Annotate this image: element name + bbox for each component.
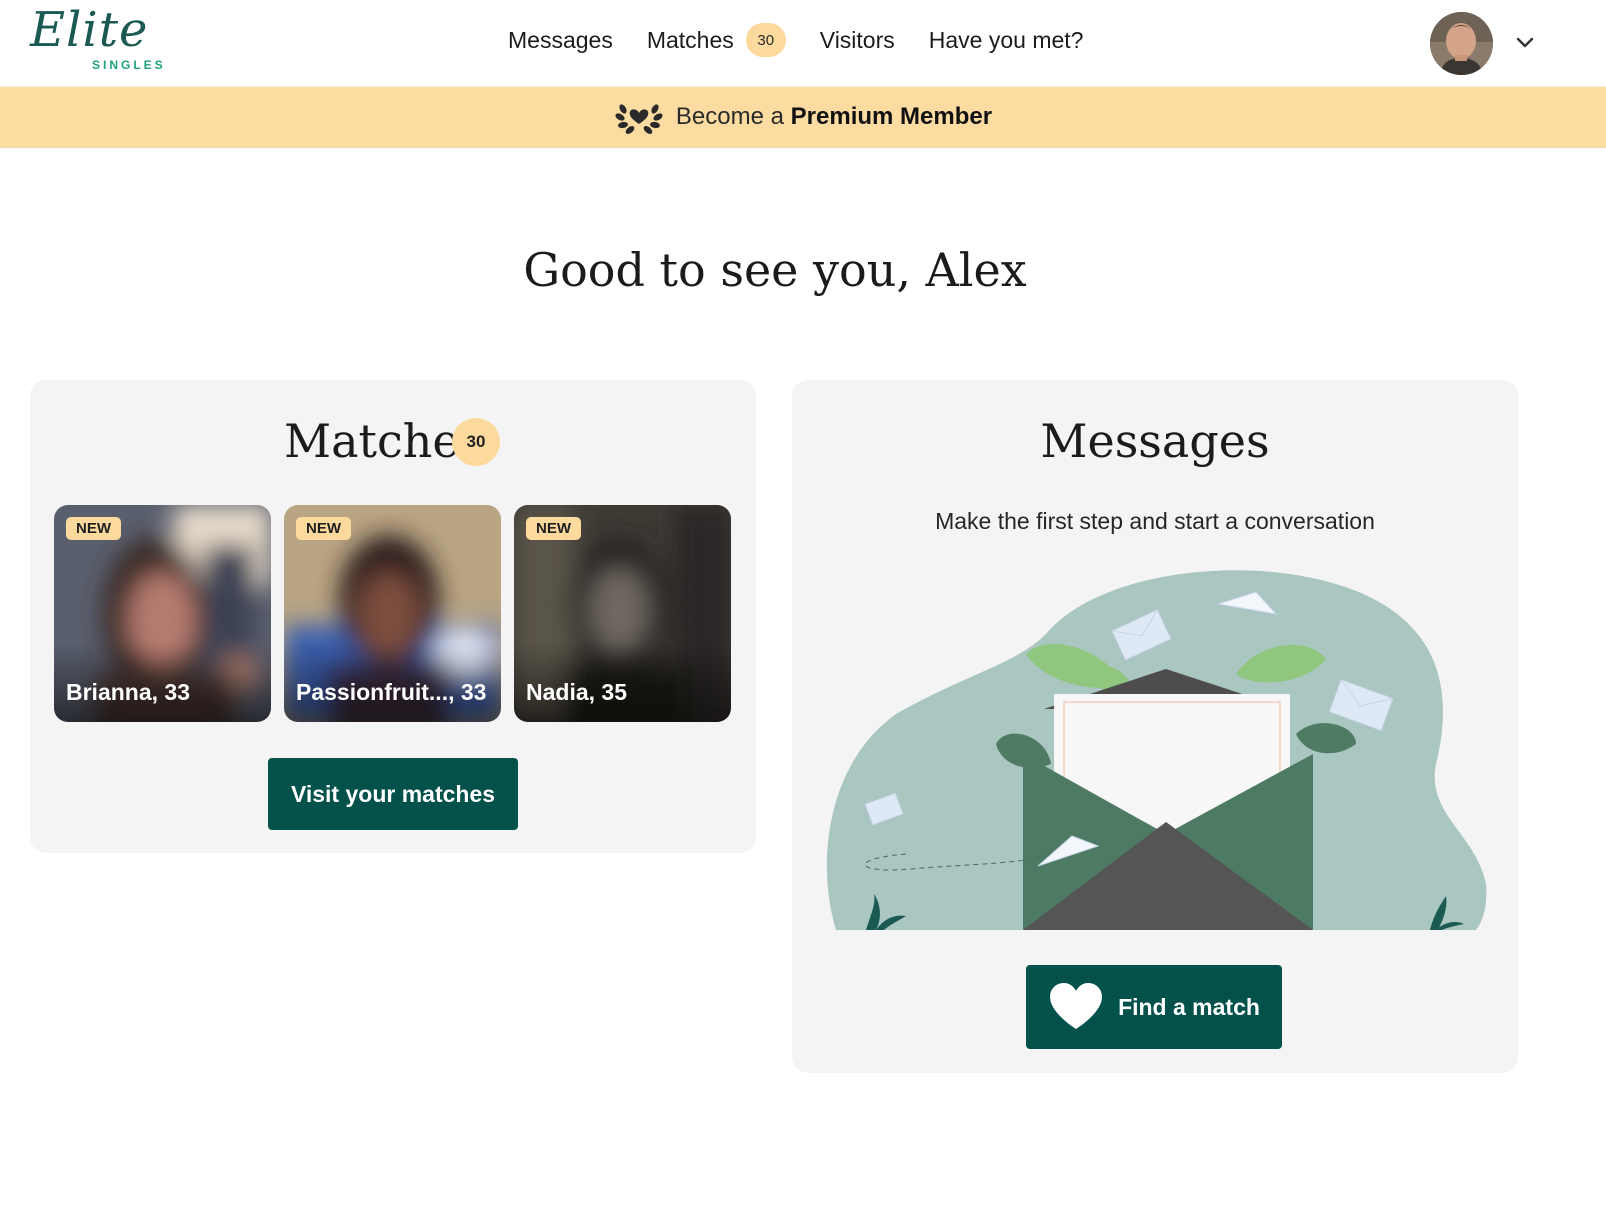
new-badge: NEW — [296, 517, 351, 540]
find-match-label: Find a match — [1118, 993, 1260, 1020]
nav-label: Matches — [646, 26, 734, 53]
new-badge: NEW — [526, 517, 581, 540]
nav-label: Have you met? — [928, 26, 1084, 53]
match-name: Passionfruit..., 33 — [296, 679, 487, 705]
match-card-2[interactable]: NEW Passionfruit..., 33 — [284, 505, 501, 722]
messages-subtitle: Make the first step and start a conversa… — [935, 508, 1375, 534]
nav-item-matches[interactable]: Matches 30 — [647, 23, 786, 57]
user-avatar[interactable] — [1430, 12, 1493, 75]
logo-wordmark: Elite — [30, 2, 149, 58]
envelope-illustration — [826, 570, 1487, 930]
messages-card: Messages Make the first step and start a… — [792, 380, 1518, 1073]
matches-card: Matches 30 NEW Brianna, 33 NEW Passionfr… — [30, 380, 756, 853]
greeting-heading: Good to see you, Alex — [523, 243, 1027, 297]
heart-icon — [1050, 983, 1103, 1029]
premium-banner[interactable]: Become a Premium Member — [0, 87, 1606, 148]
logo-subtitle: SINGLES — [92, 58, 166, 72]
banner-text: Become a Premium Member — [676, 103, 992, 131]
match-card-1[interactable]: NEW Brianna, 33 — [54, 505, 271, 722]
nav-item-messages[interactable]: Messages — [508, 27, 613, 54]
nav-label: Visitors — [819, 26, 895, 53]
nav-label: Messages — [508, 26, 613, 53]
find-match-button[interactable]: Find a match — [1026, 965, 1282, 1049]
match-name: Brianna, 33 — [66, 679, 190, 705]
banner-prefix: Become a — [675, 103, 784, 130]
messages-title: Messages — [1040, 414, 1270, 468]
new-badge: NEW — [66, 517, 121, 540]
banner-premium-label: Premium Member — [790, 103, 993, 130]
main-nav: Messages Matches 30 Visitors Have you me… — [508, 22, 1117, 58]
match-card-3[interactable]: NEW Nadia, 35 — [514, 505, 731, 722]
matches-title-badge: 30 — [452, 418, 500, 466]
elite-singles-logo[interactable]: Elite SINGLES — [30, 2, 182, 74]
chevron-down-icon[interactable] — [1513, 30, 1537, 54]
nav-item-visitors[interactable]: Visitors — [820, 27, 895, 54]
visit-matches-button[interactable]: Visit your matches — [268, 758, 518, 830]
top-header: Elite SINGLES Messages Matches 30 Visito… — [0, 0, 1606, 87]
matches-count-badge: 30 — [745, 23, 786, 57]
match-name: Nadia, 35 — [526, 679, 627, 705]
nav-item-have-you-met[interactable]: Have you met? — [929, 27, 1084, 54]
laurel-heart-icon — [614, 97, 664, 137]
